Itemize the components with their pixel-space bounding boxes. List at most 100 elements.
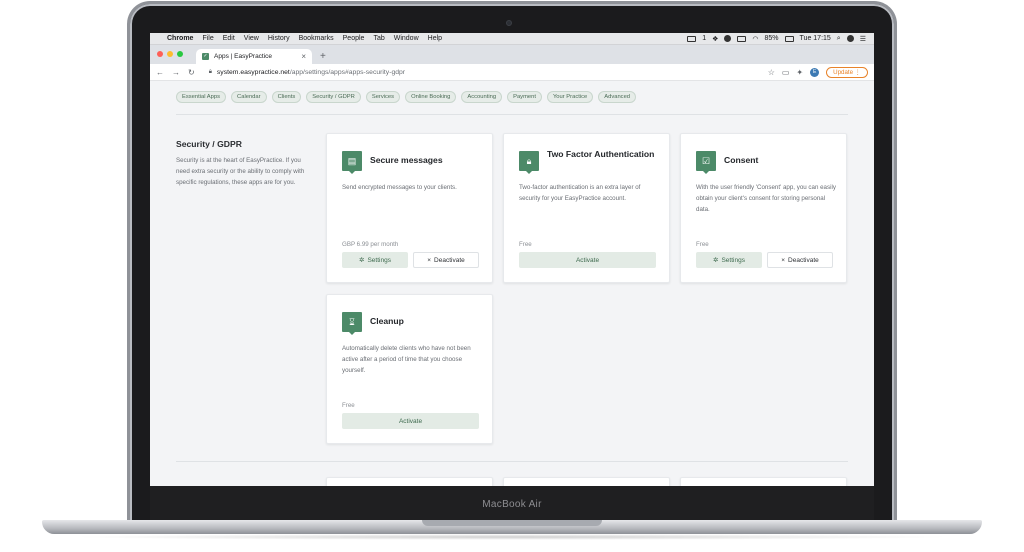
screen: Chrome File Edit View History Bookmarks …	[150, 33, 874, 486]
menu-edit[interactable]: Edit	[223, 35, 235, 42]
activate-button[interactable]: Activate	[342, 413, 479, 429]
app-price: Free	[696, 241, 709, 248]
page-content: Essential Apps Calendar Clients Security…	[150, 82, 874, 486]
app-title: Cleanup	[370, 316, 404, 326]
desktop-number: 1	[702, 35, 707, 42]
divider	[176, 461, 848, 462]
app-price: Free	[342, 402, 355, 409]
clock[interactable]: Tue 17:15	[800, 35, 831, 42]
back-arrow-icon[interactable]: ←	[156, 68, 164, 77]
filter-online-booking[interactable]: Online Booking	[405, 91, 457, 103]
close-tab-icon[interactable]: ×	[301, 52, 306, 61]
desktop-icon[interactable]	[687, 35, 697, 42]
filter-essential-apps[interactable]: Essential Apps	[176, 91, 227, 103]
deactivate-button[interactable]: × Deactivate	[413, 252, 479, 268]
message-icon: ▤	[342, 151, 362, 174]
gear-icon: ✲	[713, 257, 719, 264]
menubar-status: 1 ❖ ◠ 85% Tue 17:15 ⌕ ☰	[687, 35, 866, 43]
menu-tab[interactable]: Tab	[373, 35, 384, 42]
close-icon: ×	[427, 256, 432, 264]
next-section-card	[503, 477, 670, 486]
category-filters: Essential Apps Calendar Clients Security…	[176, 91, 637, 103]
new-tab-button[interactable]: +	[320, 51, 326, 62]
menu-window[interactable]: Window	[394, 35, 419, 42]
menu-view[interactable]: View	[244, 35, 259, 42]
settings-label: Settings	[721, 256, 745, 264]
next-section-card	[680, 477, 847, 486]
divider	[176, 114, 848, 115]
camera	[506, 20, 512, 26]
menu-app-name[interactable]: Chrome	[167, 35, 193, 42]
url-path: /app/settings/apps#apps-security-gdpr	[289, 68, 406, 76]
spotlight-search-icon[interactable]: ⌕	[837, 35, 841, 43]
deactivate-label: Deactivate	[434, 256, 465, 264]
dropbox-icon[interactable]: ❖	[712, 35, 718, 43]
favicon-icon: ✓	[202, 53, 209, 60]
app-card-consent: ☑ Consent With the user friendly 'Consen…	[680, 133, 847, 283]
filter-payment[interactable]: Payment	[507, 91, 542, 103]
menu-people[interactable]: People	[343, 35, 365, 42]
extension-icon[interactable]: ▭	[782, 68, 790, 77]
update-button[interactable]: Update ⋮	[826, 66, 868, 78]
minimize-window-button[interactable]	[167, 51, 173, 57]
tab-strip: ✓ Apps | EasyPractice × +	[150, 45, 874, 64]
battery-icon[interactable]	[784, 35, 794, 42]
profile-avatar[interactable]: E	[810, 67, 820, 77]
filter-advanced[interactable]: Advanced	[598, 91, 637, 103]
settings-button[interactable]: ✲ Settings	[342, 252, 408, 268]
gear-icon: ✲	[359, 257, 365, 264]
wifi-icon[interactable]: ◠	[752, 35, 758, 43]
browser-tab-active[interactable]: ✓ Apps | EasyPractice ×	[196, 49, 312, 64]
zoom-window-button[interactable]	[177, 51, 183, 57]
browser-toolbar: ← → ↻ 🔒︎ system.easypractice.net/app/set…	[150, 64, 874, 81]
filter-services[interactable]: Services	[365, 91, 401, 103]
deactivate-label: Deactivate	[788, 256, 819, 264]
bookmark-star-icon[interactable]: ☆	[768, 68, 775, 77]
app-title: Secure messages	[370, 155, 443, 165]
activate-button[interactable]: Activate	[519, 252, 656, 268]
laptop-notch	[422, 520, 602, 526]
menu-history[interactable]: History	[268, 35, 290, 42]
app-card-two-factor-authentication: 🔒︎ Two Factor Authentication Two-factor …	[503, 133, 670, 283]
url-domain: system.easypractice.net	[216, 68, 290, 76]
close-icon: ×	[781, 256, 786, 264]
app-price: GBP 6.99 per month	[342, 241, 399, 248]
tab-title: Apps | EasyPractice	[214, 53, 273, 60]
padlock-icon[interactable]: 🔒︎	[209, 69, 212, 76]
app-price: Free	[519, 241, 532, 248]
settings-button[interactable]: ✲ Settings	[696, 252, 762, 268]
app-card-cleanup: ⌛︎ Cleanup Automatically delete clients …	[326, 294, 493, 444]
reload-icon[interactable]: ↻	[188, 68, 195, 77]
mac-menubar: Chrome File Edit View History Bookmarks …	[150, 33, 874, 45]
filter-calendar[interactable]: Calendar	[231, 91, 267, 103]
puzzle-extensions-icon[interactable]: ✦	[796, 68, 803, 77]
laptop-shadow	[70, 534, 954, 540]
toolbar-actions: ☆ ▭ ✦ E Update ⋮	[768, 66, 868, 78]
menu-bookmarks[interactable]: Bookmarks	[299, 35, 334, 42]
checkbox-icon: ☑	[696, 151, 716, 174]
app-description: Two-factor authentication is an extra la…	[519, 184, 641, 202]
close-window-button[interactable]	[157, 51, 163, 57]
notification-center-icon[interactable]: ☰	[860, 35, 866, 43]
window-controls	[157, 51, 183, 57]
filter-your-practice[interactable]: Your Practice	[546, 91, 594, 103]
filter-security-gdpr[interactable]: Security / GDPR	[306, 91, 361, 103]
deactivate-button[interactable]: × Deactivate	[767, 252, 833, 268]
address-bar[interactable]: system.easypractice.net/app/settings/app…	[217, 69, 405, 76]
filter-clients[interactable]: Clients	[271, 91, 302, 103]
siri-icon[interactable]	[846, 35, 854, 42]
update-label: Update	[833, 68, 854, 76]
menu-help[interactable]: Help	[428, 35, 442, 42]
next-section-card	[326, 477, 493, 486]
cloud-icon[interactable]	[724, 35, 732, 42]
app-title: Consent	[724, 155, 759, 165]
filter-accounting[interactable]: Accounting	[461, 91, 503, 103]
menu-file[interactable]: File	[202, 35, 213, 42]
forward-arrow-icon[interactable]: →	[172, 68, 180, 77]
app-description: With the user friendly 'Consent' app, yo…	[696, 184, 836, 213]
app-description: Automatically delete clients who have no…	[342, 345, 471, 374]
settings-label: Settings	[367, 256, 391, 264]
shield-icon[interactable]	[737, 35, 747, 42]
battery-percent: 85%	[764, 35, 779, 42]
app-description: Send encrypted messages to your clients.	[342, 184, 457, 191]
